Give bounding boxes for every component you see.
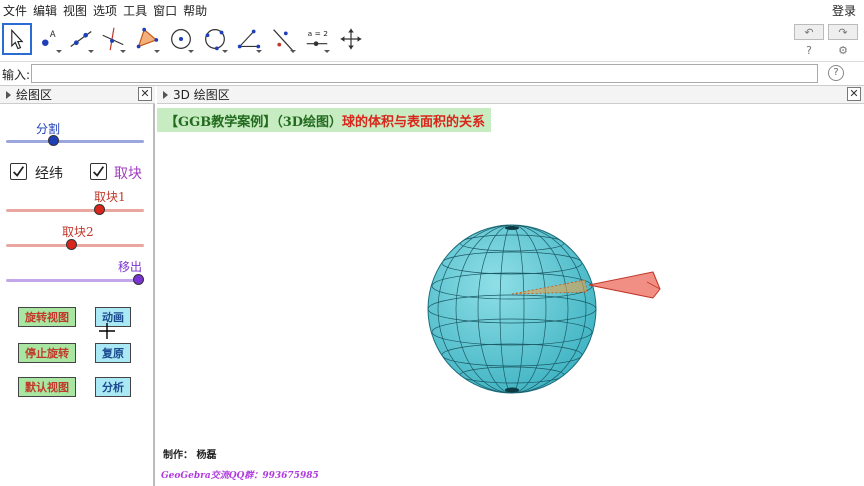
check-icon [13, 166, 25, 177]
panel-title: 3D 绘图区 [173, 88, 230, 102]
dropdown-triangle-icon [88, 50, 94, 53]
command-input[interactable] [31, 64, 818, 83]
point-tool-button[interactable]: A [34, 23, 64, 55]
stop-rotate-button[interactable]: 停止旋转 [18, 343, 76, 363]
slider-move-out-label: 移出 [118, 260, 143, 274]
qq-group-text: GeoGebra交流QQ群：993675985 [161, 471, 319, 481]
collapse-arrow-icon[interactable] [163, 90, 168, 99]
menu-help[interactable]: 帮助 [180, 2, 210, 19]
redo-icon: ↷ [838, 25, 848, 39]
collapse-arrow-icon[interactable] [6, 90, 11, 99]
dropdown-triangle-icon [56, 50, 62, 53]
sphere [427, 224, 597, 394]
angle-tool-button[interactable] [234, 23, 264, 55]
title-banner: 【GGB教学案例】（3D绘图） 球的体积与表面积的关系 [157, 108, 492, 132]
undo-icon: ↶ [804, 25, 814, 39]
toolbar: A a = 2 ↶ ↷ ? ⚙ [0, 20, 864, 62]
svg-text:A: A [50, 29, 56, 39]
banner-prefix: 【GGB教学案例】（3D绘图） [165, 114, 343, 130]
login-link[interactable]: 登录 [832, 2, 856, 19]
author-credit: 制作： 杨磊 [163, 450, 217, 461]
dropdown-triangle-icon [324, 50, 330, 53]
3d-view-header: 3D 绘图区 ✕ [157, 86, 864, 104]
menu-view[interactable]: 视图 [60, 2, 90, 19]
crosshair-cursor-icon [99, 323, 115, 339]
perpendicular-line-tool-button[interactable] [98, 23, 128, 55]
slider-move-out-track[interactable] [6, 279, 144, 282]
3d-graphics-view-panel: 3D 绘图区 ✕ 【GGB教学案例】（3D绘图） 球的体积与表面积的关系 制作：… [157, 86, 864, 486]
svg-text:a = 2: a = 2 [308, 29, 328, 38]
default-view-button[interactable]: 默认视图 [18, 377, 76, 397]
slider-divide-knob[interactable] [47, 135, 59, 146]
sphere-north-pole [505, 226, 519, 230]
slider-move-out-knob[interactable] [133, 274, 144, 285]
slider-divide-label: 分割 [36, 122, 61, 136]
checkbox-take-block-label: 取块 [114, 166, 142, 182]
dropdown-triangle-icon [120, 50, 126, 53]
check-icon [93, 166, 105, 177]
circle-tool-button[interactable] [166, 23, 196, 55]
polygon-tool-button[interactable] [132, 23, 162, 55]
slider-tool-button[interactable]: a = 2 [302, 23, 332, 55]
checkbox-latlong[interactable] [10, 163, 27, 180]
menu-window[interactable]: 窗口 [150, 2, 180, 19]
graphics-view-panel: 绘图区 ✕ 分割 经纬 取块 取块1 取块2 移出 旋转视图 动画 停止旋转 复… [0, 86, 155, 486]
menu-tools[interactable]: 工具 [120, 2, 150, 19]
cursor-arrow-icon [11, 28, 24, 50]
help-icon[interactable]: ? [802, 44, 816, 58]
undo-button[interactable]: ↶ [794, 24, 824, 40]
move-view-tool-button[interactable] [336, 23, 366, 55]
redo-button[interactable]: ↷ [828, 24, 858, 40]
checkbox-latlong-label: 经纬 [35, 166, 63, 182]
menu-edit[interactable]: 编辑 [30, 2, 60, 19]
sphere-south-pole [505, 387, 519, 393]
close-icon[interactable]: ✕ [138, 87, 152, 101]
slider-block1-track[interactable] [6, 209, 144, 212]
menu-bar: 文件 编辑 视图 选项 工具 窗口 帮助 登录 [0, 0, 864, 20]
slider-block2-knob[interactable] [65, 239, 77, 250]
circle-through-points-tool-button[interactable] [200, 23, 230, 55]
analyze-button[interactable]: 分析 [95, 377, 131, 397]
reflect-tool-button[interactable] [268, 23, 298, 55]
input-bar: 输入: ? [0, 62, 864, 86]
dropdown-triangle-icon [154, 50, 160, 53]
graphics-view-header: 绘图区 ✕ [0, 86, 155, 104]
gear-icon[interactable]: ⚙ [836, 44, 850, 58]
dropdown-triangle-icon [256, 50, 262, 53]
menu-options[interactable]: 选项 [90, 2, 120, 19]
slider-block2-label: 取块2 [62, 225, 94, 239]
input-label: 输入: [2, 68, 31, 82]
checkbox-take-block[interactable] [90, 163, 107, 180]
dropdown-triangle-icon [188, 50, 194, 53]
sphere-scene [427, 224, 661, 394]
slider-block1-label: 取块1 [94, 190, 126, 204]
extracted-wedge [588, 271, 661, 299]
reset-button[interactable]: 复原 [95, 343, 131, 363]
input-help-icon[interactable]: ? [828, 65, 844, 81]
panel-title: 绘图区 [16, 88, 53, 102]
dropdown-triangle-icon [222, 50, 228, 53]
menu-file[interactable]: 文件 [0, 2, 30, 19]
close-icon[interactable]: ✕ [847, 87, 861, 101]
banner-title: 球的体积与表面积的关系 [342, 114, 486, 130]
slider-divide-track[interactable] [6, 140, 144, 143]
rotate-view-button[interactable]: 旋转视图 [18, 307, 76, 327]
move-tool-button[interactable] [2, 23, 32, 55]
dropdown-triangle-icon [290, 50, 296, 53]
slider-block1-knob[interactable] [93, 204, 105, 215]
move-arrows-icon [340, 28, 362, 50]
line-tool-button[interactable] [66, 23, 96, 55]
